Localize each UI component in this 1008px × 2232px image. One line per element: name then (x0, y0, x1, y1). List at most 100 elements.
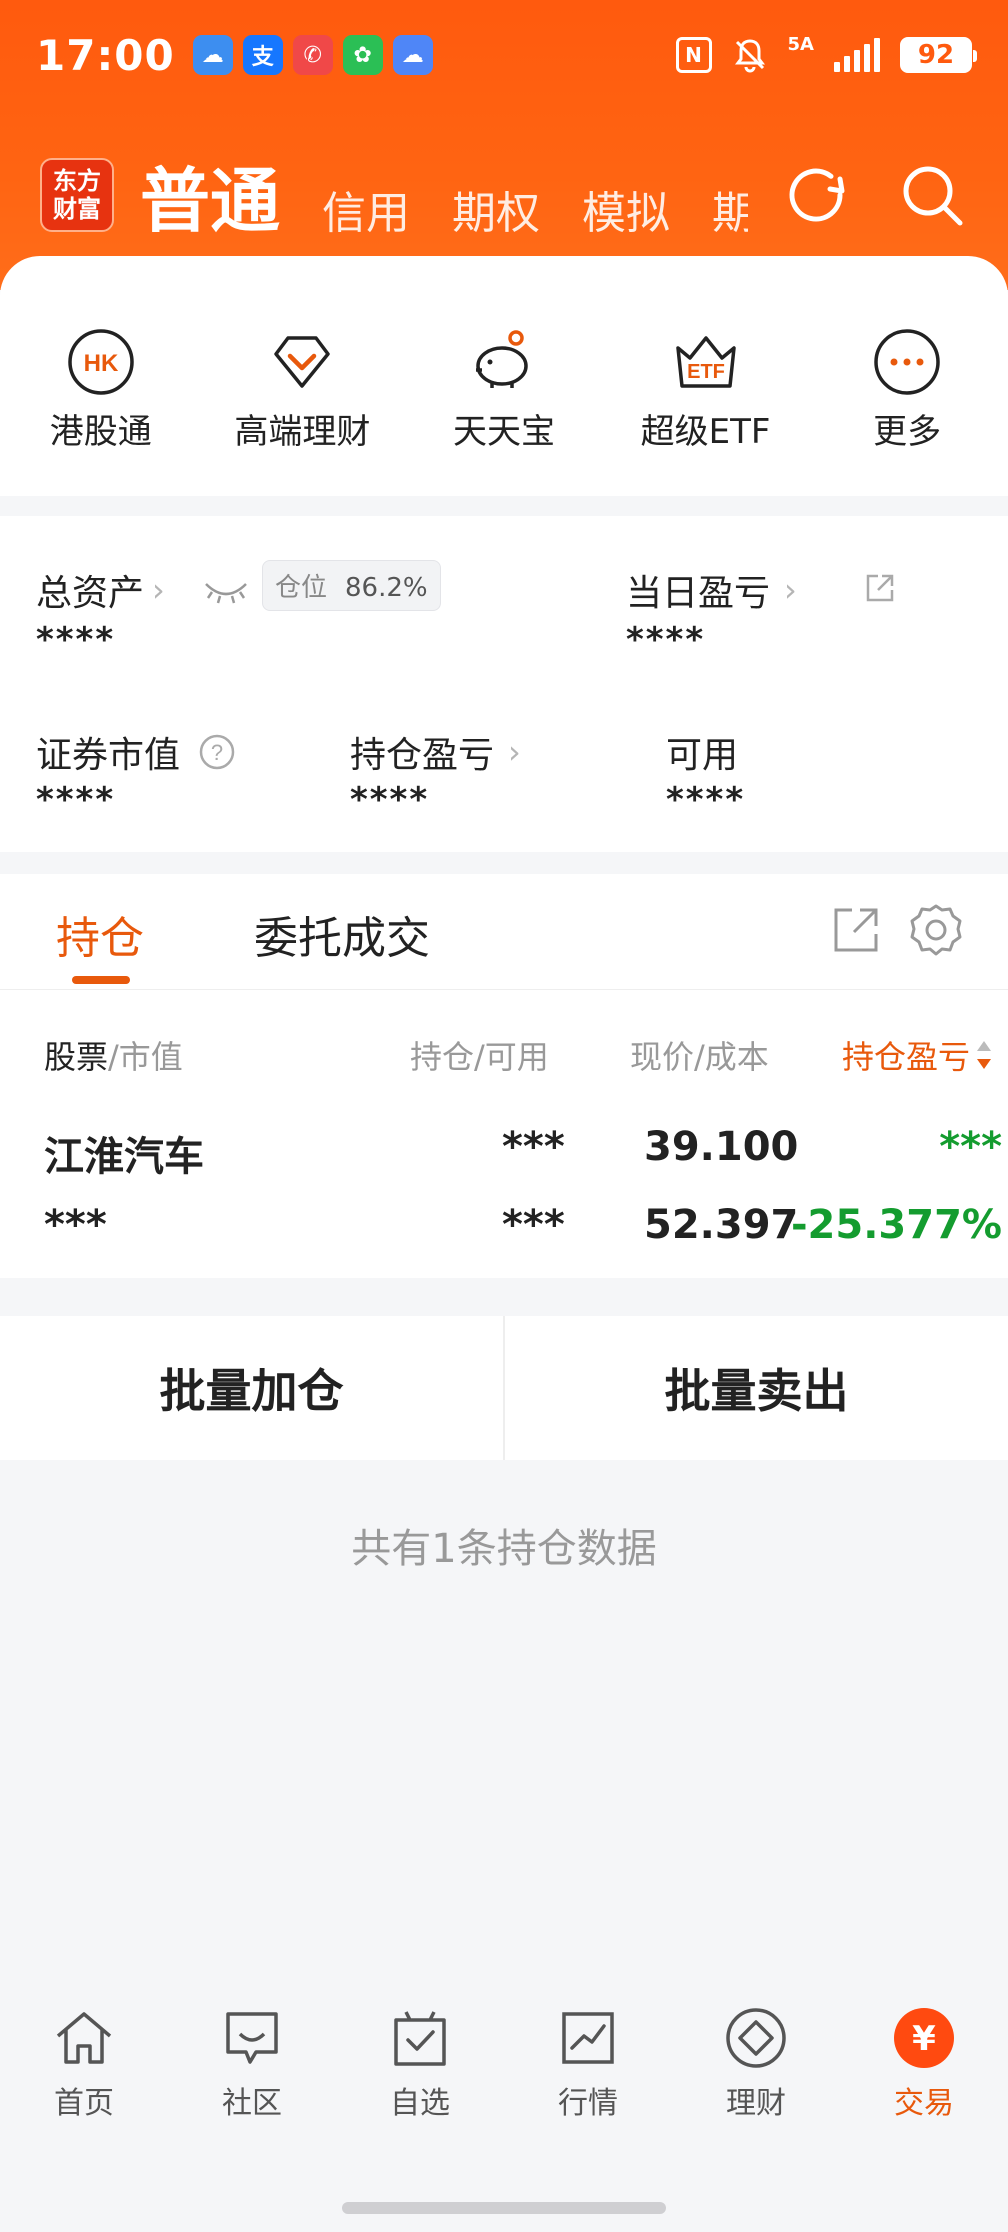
quick-link-super-etf[interactable]: ETF 超级ETF (605, 326, 807, 456)
daily-pl-header[interactable]: 当日盈亏 › (626, 564, 797, 616)
piggy-bank-icon (468, 326, 540, 398)
holdings-count-text: 共有1条持仓数据 (351, 1526, 657, 1572)
quick-link-label: 超级ETF (640, 412, 771, 452)
refresh-icon[interactable] (780, 159, 852, 231)
quick-link-premium-wealth[interactable]: 高端理财 (202, 326, 404, 456)
home-indicator[interactable] (342, 2202, 666, 2214)
available-value: **** (666, 780, 746, 820)
tab-options[interactable]: 期权 (452, 177, 540, 241)
position-ratio-badge: 仓位 86.2% (262, 560, 441, 611)
eastmoney-logo[interactable]: 东方 财富 (40, 158, 114, 232)
signal-icon (834, 38, 880, 72)
svg-text:?: ? (211, 740, 223, 765)
column-header-position: 持仓/可用 (410, 1038, 549, 1076)
nav-market[interactable]: 行情 (504, 2006, 672, 2146)
asset-summary: 总资产 › 仓位 86.2% **** 当日盈亏 › **** 证券市值 ? **… (0, 516, 1008, 852)
quick-links: HK 港股通 高端理财 天天宝 ETF 超级ETF 更多 (0, 326, 1008, 456)
bottom-nav: 首页 社区 自选 行情 理财 ¥ 交易 (0, 2006, 1008, 2146)
col-stock-label: 股票 (44, 1038, 109, 1076)
total-assets-header[interactable]: 总资产 › (36, 564, 165, 616)
batch-add-button[interactable]: 批量加仓 (0, 1316, 503, 1460)
nav-label: 理财 (726, 2086, 786, 2121)
nav-home[interactable]: 首页 (0, 2006, 168, 2146)
batch-sell-button[interactable]: 批量卖出 (505, 1316, 1008, 1460)
market-value: **** (36, 780, 116, 820)
nav-label: 交易 (894, 2086, 954, 2121)
wealth-icon (726, 2008, 786, 2068)
hk-icon: HK (65, 326, 137, 398)
nav-label: 首页 (54, 2086, 114, 2121)
available-qty: *** (502, 1202, 565, 1248)
market-chart-icon (562, 2012, 614, 2064)
network-type-label: 5A (787, 34, 814, 55)
trade-yuan-icon: ¥ (894, 2008, 954, 2068)
nav-community[interactable]: 社区 (168, 2006, 336, 2146)
community-icon (226, 2012, 278, 2064)
wechat-app-icon: ✿ (342, 35, 383, 75)
col-market-value-label: /市值 (108, 1038, 183, 1076)
mute-bell-icon (734, 39, 765, 73)
total-assets-label: 总资产 (36, 573, 145, 614)
quick-link-hk-connect[interactable]: HK 港股通 (0, 326, 202, 456)
quick-link-more[interactable]: 更多 (806, 326, 1008, 456)
column-header-holding-pl[interactable]: 持仓盈亏 (842, 1032, 994, 1078)
svg-text:ETF: ETF (687, 361, 725, 383)
cost-price: 52.397 (644, 1202, 799, 1248)
weather-app-icon: ☁ (192, 35, 233, 75)
battery-indicator: 92 (900, 37, 977, 73)
tab-orders-trades[interactable]: 委托成交 (254, 902, 430, 966)
holdings-tabs: 持仓 委托成交 (0, 874, 1008, 990)
holdings-panel: 持仓 委托成交 股票/市值 持仓/可用 现价/成本 持仓盈亏 江淮汽车 *** … (0, 874, 1008, 1278)
holding-pl-amount: *** (939, 1124, 1002, 1170)
quick-link-label: 高端理财 (234, 412, 371, 452)
holding-pl-header[interactable]: 持仓盈亏 › (350, 726, 521, 778)
cloud-app-icon: ☁ (392, 35, 433, 75)
daily-pl-value: **** (626, 620, 706, 660)
position-qty: *** (502, 1124, 565, 1170)
logo-text: 东方 财富 (53, 167, 101, 223)
daily-pl-label: 当日盈亏 (626, 573, 771, 614)
sort-icon (977, 1041, 992, 1069)
market-value-header: 证券市值 ? (36, 726, 236, 778)
active-tab-indicator (72, 976, 130, 984)
tab-simulation[interactable]: 模拟 (582, 177, 670, 241)
nav-label: 社区 (222, 2086, 282, 2121)
status-time: 17:00 (36, 30, 175, 80)
tab-positions[interactable]: 持仓 (56, 902, 144, 966)
chevron-right-icon: › (508, 733, 521, 771)
watchlist-icon (394, 2011, 446, 2066)
svg-text:HK: HK (83, 350, 118, 377)
eye-hidden-icon[interactable] (202, 578, 250, 606)
export-icon[interactable] (830, 904, 882, 956)
share-external-icon[interactable] (862, 570, 898, 606)
nav-wealth[interactable]: 理财 (672, 2006, 840, 2146)
holding-pl-label: 持仓盈亏 (350, 735, 495, 776)
diamond-icon (266, 326, 338, 398)
quick-link-tiantianbao[interactable]: 天天宝 (403, 326, 605, 456)
chevron-right-icon: › (152, 571, 165, 609)
account-type-nav: 东方 财富 普通 信用 期权 模拟 期 (0, 140, 1008, 250)
batch-actions: 批量加仓 批量卖出 (0, 1316, 1008, 1460)
column-header-stock: 股票/市值 (44, 1032, 183, 1078)
quick-link-label: 天天宝 (452, 412, 555, 452)
quick-link-label: 港股通 (49, 412, 152, 452)
nav-watchlist[interactable]: 自选 (336, 2006, 504, 2146)
stock-name: 江淮汽车 (44, 1134, 204, 1180)
app-header: 17:00 ☁ 支 ✆ ✿ ☁ N 5A 92 东方 财富 普通 信用 期权 模… (0, 0, 1008, 290)
chevron-right-icon: › (784, 571, 797, 609)
svg-text:¥: ¥ (912, 2019, 936, 2059)
nav-trade[interactable]: ¥ 交易 (840, 2006, 1008, 2146)
available-label: 可用 (666, 735, 739, 776)
status-bar: 17:00 ☁ 支 ✆ ✿ ☁ N 5A 92 (0, 0, 1008, 110)
alipay-app-icon: 支 (242, 35, 283, 75)
tab-futures[interactable]: 期 (712, 177, 748, 241)
market-value-label: 证券市值 (36, 735, 181, 776)
settings-gear-icon[interactable] (908, 902, 964, 958)
col-holding-pl-label: 持仓盈亏 (842, 1038, 971, 1076)
quick-link-label: 更多 (873, 412, 942, 452)
tab-normal[interactable]: 普通 (140, 145, 280, 246)
current-price: 39.100 (644, 1124, 799, 1170)
tab-credit[interactable]: 信用 (322, 177, 410, 241)
help-icon[interactable]: ? (198, 733, 236, 771)
search-icon[interactable] (896, 159, 968, 231)
